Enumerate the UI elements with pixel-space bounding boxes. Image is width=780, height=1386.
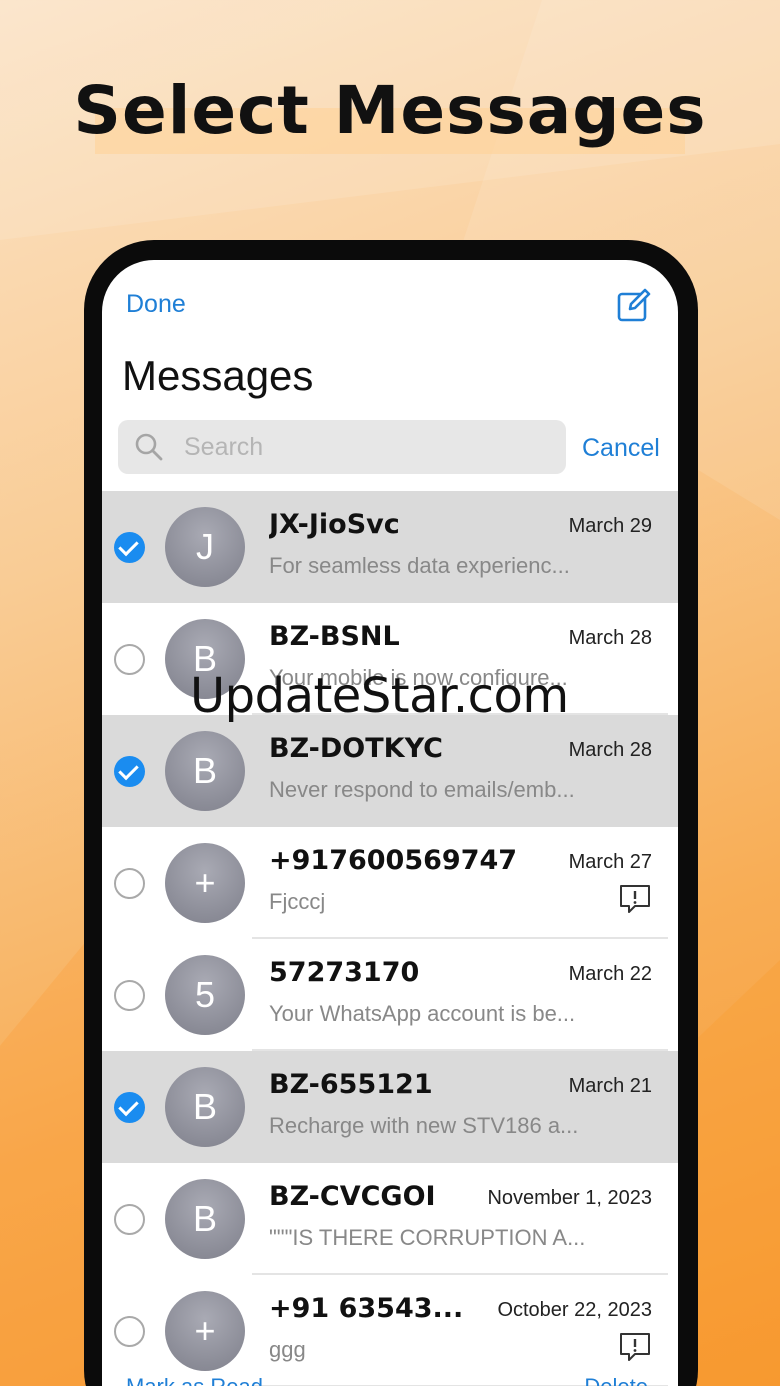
mark-as-read-button[interactable]: Mark as Read bbox=[126, 1372, 263, 1386]
select-checkbox[interactable] bbox=[114, 1204, 145, 1235]
conversation-row[interactable]: J JX-JioSvc March 29 For seamless data e… bbox=[102, 491, 678, 603]
sender-name: BZ-BSNL bbox=[269, 621, 400, 652]
page-title: Messages bbox=[122, 352, 314, 399]
sender-name: 57273170 bbox=[269, 957, 420, 988]
delete-button[interactable]: Delete bbox=[584, 1372, 648, 1386]
sender-name: BZ-DOTKYC bbox=[269, 733, 443, 764]
avatar: + bbox=[165, 843, 245, 923]
avatar: B bbox=[165, 731, 245, 811]
bottom-toolbar: Mark as Read Delete bbox=[102, 1372, 678, 1386]
search-icon bbox=[135, 433, 163, 461]
avatar: J bbox=[165, 507, 245, 587]
watermark: UpdateStar.com bbox=[190, 668, 569, 724]
message-preview: Recharge with new STV186 a... bbox=[269, 1113, 579, 1138]
select-checkbox[interactable] bbox=[114, 1316, 145, 1347]
avatar: B bbox=[165, 1179, 245, 1259]
conversation-row[interactable]: B BZ-655121 March 21 Recharge with new S… bbox=[102, 1051, 678, 1163]
message-date: March 28 bbox=[568, 627, 652, 649]
message-preview: """IS THERE CORRUPTION A... bbox=[269, 1225, 586, 1250]
cancel-button[interactable]: Cancel bbox=[582, 434, 660, 463]
select-checkbox[interactable] bbox=[114, 644, 145, 675]
phone-screen: Done Messages Cancel J JX-JioSvc March 2… bbox=[102, 260, 678, 1386]
alert-message-icon bbox=[620, 1333, 650, 1361]
search-input[interactable] bbox=[184, 420, 554, 474]
conversation-row[interactable]: B BZ-CVCGOI November 1, 2023 """IS THERE… bbox=[102, 1163, 678, 1275]
message-date: March 27 bbox=[568, 851, 652, 873]
select-checkbox[interactable] bbox=[114, 1092, 145, 1123]
select-checkbox[interactable] bbox=[114, 868, 145, 899]
avatar: 5 bbox=[165, 955, 245, 1035]
sender-name: JX-JioSvc bbox=[269, 509, 400, 540]
select-checkbox[interactable] bbox=[114, 756, 145, 787]
message-preview: Your WhatsApp account is be... bbox=[269, 1001, 576, 1026]
conversation-row[interactable]: B BZ-DOTKYC March 28 Never respond to em… bbox=[102, 715, 678, 827]
alert-message-icon bbox=[620, 885, 650, 913]
promo-headline: Select Messages bbox=[73, 72, 707, 149]
message-date: November 1, 2023 bbox=[487, 1187, 652, 1209]
background-shape bbox=[690, 960, 780, 1386]
message-preview: For seamless data experienc... bbox=[269, 553, 570, 578]
message-date: March 28 bbox=[568, 739, 652, 761]
select-checkbox[interactable] bbox=[114, 532, 145, 563]
message-date: March 22 bbox=[568, 963, 652, 985]
sender-name: BZ-655121 bbox=[269, 1069, 433, 1100]
conversation-row[interactable]: + +917600569747 March 27 Fjcccj bbox=[102, 827, 678, 939]
compose-icon[interactable] bbox=[616, 287, 652, 323]
sender-name: +917600569747 bbox=[269, 845, 518, 876]
sender-name: BZ-CVCGOI bbox=[269, 1181, 436, 1212]
message-date: March 21 bbox=[568, 1075, 652, 1097]
message-date: October 22, 2023 bbox=[497, 1299, 652, 1321]
message-preview: Never respond to emails/emb... bbox=[269, 777, 575, 802]
avatar: B bbox=[165, 1067, 245, 1147]
select-checkbox[interactable] bbox=[114, 980, 145, 1011]
conversation-list: J JX-JioSvc March 29 For seamless data e… bbox=[102, 491, 678, 1386]
sender-name: +91 63543... bbox=[269, 1293, 464, 1324]
search-bar bbox=[118, 420, 566, 474]
message-date: March 29 bbox=[568, 515, 652, 537]
avatar: + bbox=[165, 1291, 245, 1371]
message-preview: Fjcccj bbox=[269, 889, 326, 914]
conversation-row[interactable]: 5 57273170 March 22 Your WhatsApp accoun… bbox=[102, 939, 678, 1051]
conversation-row[interactable]: + +91 63543... October 22, 2023 ggg bbox=[102, 1275, 678, 1386]
message-preview: ggg bbox=[269, 1337, 306, 1362]
done-button[interactable]: Done bbox=[126, 290, 186, 319]
